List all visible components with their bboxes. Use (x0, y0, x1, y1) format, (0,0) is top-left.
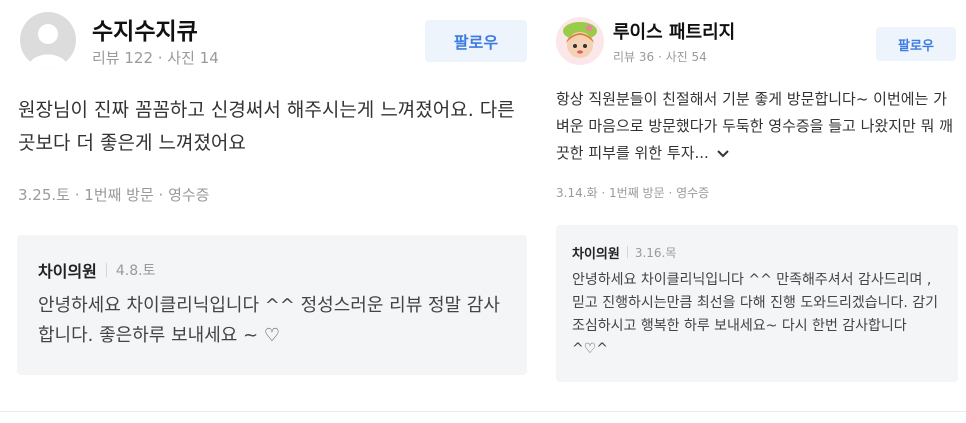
separator (105, 263, 107, 277)
reply-author: 차이의원 (572, 246, 620, 262)
reply-author: 차이의원 (38, 262, 97, 281)
review-text: 원장님이 진짜 꼼꼼하고 신경써서 해주시는게 느껴졌어요. 다른곳보다 더 좋… (18, 99, 515, 154)
review-text[interactable]: 항상 직원분들이 친절해서 기분 좋게 방문합니다~ 이번에는 가벼운 마음으로… (556, 86, 954, 167)
separator (626, 246, 628, 258)
review-text-content: 항상 직원분들이 친절해서 기분 좋게 방문합니다~ 이번에는 가벼운 마음으로… (556, 90, 953, 162)
visit-meta: 3.25.토 · 1번째 방문 · 영수증 (18, 186, 210, 204)
owner-reply: 차이의원 3.16.목 안녕하세요 차이클리닉입니다 ^^ 만족해주셔서 감사드… (556, 225, 958, 382)
follow-button[interactable]: 팔로우 (425, 20, 527, 62)
bottom-divider (0, 411, 966, 412)
reviewer-stats: 리뷰 36 · 사진 54 (613, 50, 707, 64)
reply-date: 4.8.토 (115, 263, 156, 279)
owner-reply: 차이의원 4.8.토 안녕하세요 차이클리닉입니다 ^^ 정성스러운 리뷰 정말… (17, 235, 527, 375)
reply-text: 안녕하세요 차이클리닉입니다 ^^ 정성스러운 리뷰 정말 감사합니다. 좋은하… (38, 295, 500, 346)
follow-button[interactable]: 팔로우 (876, 27, 956, 61)
reviewer-name[interactable]: 수지수지큐 (92, 12, 198, 46)
user-silhouette-icon (28, 24, 68, 68)
avatar-default[interactable] (20, 12, 76, 68)
reply-date: 3.16.목 (634, 245, 677, 260)
character-avatar-icon (563, 22, 597, 58)
reviewer-stats: 리뷰 122 · 사진 14 (92, 49, 219, 67)
avatar-character[interactable] (556, 17, 604, 65)
reply-text: 안녕하세요 차이클리닉입니다 ^^ 만족해주셔서 감사드리며 , 믿고 진행하시… (572, 272, 939, 357)
reviewer-name[interactable]: 루이스 패트리지 (613, 18, 735, 44)
chevron-down-icon[interactable] (716, 149, 730, 159)
visit-meta: 3.14.화 · 1번째 방문 · 영수증 (556, 186, 710, 200)
